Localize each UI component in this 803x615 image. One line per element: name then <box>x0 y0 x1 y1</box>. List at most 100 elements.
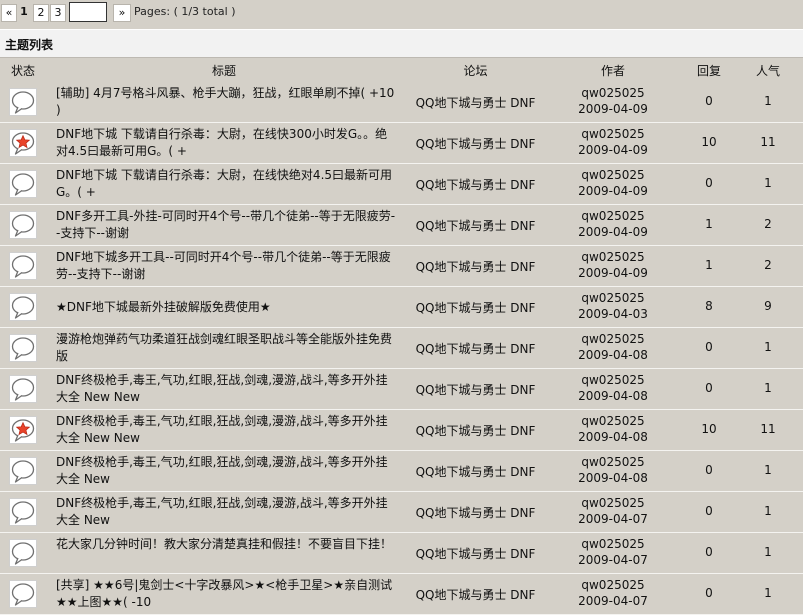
topic-title-link[interactable]: ★DNF地下城最新外挂破解版免费使用★ <box>56 299 396 316</box>
author-cell: qw025025 2009-04-08 <box>565 372 661 404</box>
view-count: 1 <box>764 340 772 354</box>
post-date: 2009-04-09 <box>578 143 648 157</box>
topic-title-link[interactable]: DNF终极枪手,毒王,气功,红眼,狂战,剑魂,漫游,战斗,等多开外挂大全 New <box>56 495 396 529</box>
reply-count: 8 <box>705 299 713 313</box>
view-count: 1 <box>764 463 772 477</box>
forum-link[interactable]: QQ地下城与勇士 DNF <box>398 545 553 562</box>
page-jump-input[interactable] <box>69 2 107 22</box>
topic-title-link[interactable]: DNF终极枪手,毒王,气功,红眼,狂战,剑魂,漫游,战斗,等多开外挂大全 New… <box>56 372 396 406</box>
topic-title-link[interactable]: [辅助] 4月7号格斗风暴、枪手大蹦，狂战，红眼单刷不掉( +10 ) <box>56 85 396 119</box>
author-link[interactable]: qw025025 <box>565 126 661 142</box>
post-date: 2009-04-08 <box>578 471 648 485</box>
author-cell: qw025025 2009-04-09 <box>565 208 661 240</box>
author-link[interactable]: qw025025 <box>565 167 661 183</box>
thread-hot-icon <box>9 416 37 444</box>
next-page-button[interactable]: » <box>113 4 131 22</box>
thread-normal-icon <box>9 580 37 608</box>
forum-link[interactable]: QQ地下城与勇士 DNF <box>398 299 553 316</box>
thread-normal-icon <box>9 457 37 485</box>
author-link[interactable]: qw025025 <box>565 331 661 347</box>
page-3-link[interactable]: 3 <box>50 4 66 22</box>
author-cell: qw025025 2009-04-09 <box>565 126 661 158</box>
forum-link[interactable]: QQ地下城与勇士 DNF <box>398 135 553 152</box>
table-row: DNF终极枪手,毒王,气功,红眼,狂战,剑魂,漫游,战斗,等多开外挂大全 New… <box>0 410 803 451</box>
topic-title-link[interactable]: DNF多开工具-外挂-可同时开4个号--带几个徒弟--等于无限疲劳--支持下--… <box>56 208 396 242</box>
first-page-button[interactable]: « <box>1 4 17 22</box>
col-forum: 论坛 <box>463 64 488 78</box>
thread-normal-icon <box>9 375 37 403</box>
forum-link[interactable]: QQ地下城与勇士 DNF <box>398 217 553 234</box>
topic-title-link[interactable]: [共享] ★★6号|鬼剑士<十字改暴风>★<枪手卫星>★亲自测试★★上图★★( … <box>56 577 396 611</box>
author-link[interactable]: qw025025 <box>565 454 661 470</box>
reply-count: 1 <box>705 217 713 231</box>
table-row: ★DNF地下城最新外挂破解版免费使用★ QQ地下城与勇士 DNF qw02502… <box>0 287 803 328</box>
forum-link[interactable]: QQ地下城与勇士 DNF <box>398 463 553 480</box>
table-row: DNF地下城 下载请自行杀毒：大尉，在线快300小时发G。。绝对4.5曰最新可用… <box>0 123 803 164</box>
topic-title-link[interactable]: DNF终极枪手,毒王,气功,红眼,狂战,剑魂,漫游,战斗,等多开外挂大全 New… <box>56 413 396 447</box>
author-link[interactable]: qw025025 <box>565 249 661 265</box>
post-date: 2009-04-08 <box>578 389 648 403</box>
author-link[interactable]: qw025025 <box>565 413 661 429</box>
author-cell: qw025025 2009-04-07 <box>565 536 661 568</box>
forum-link[interactable]: QQ地下城与勇士 DNF <box>398 504 553 521</box>
author-cell: qw025025 2009-04-07 <box>565 577 661 609</box>
view-count: 2 <box>764 217 772 231</box>
view-count: 1 <box>764 381 772 395</box>
reply-count: 10 <box>701 135 717 149</box>
forum-link[interactable]: QQ地下城与勇士 DNF <box>398 586 553 603</box>
topic-title-link[interactable]: 花大家几分钟时间！教大家分清楚真挂和假挂！不要盲目下挂！ <box>56 536 396 553</box>
post-date: 2009-04-09 <box>578 266 648 280</box>
author-link[interactable]: qw025025 <box>565 290 661 306</box>
forum-link[interactable]: QQ地下城与勇士 DNF <box>398 94 553 111</box>
topic-title-link[interactable]: DNF地下城 下载请自行杀毒：大尉，在线快300小时发G。。绝对4.5曰最新可用… <box>56 126 396 160</box>
table-row: DNF多开工具-外挂-可同时开4个号--带几个徒弟--等于无限疲劳--支持下--… <box>0 205 803 246</box>
section-title: 主题列表 <box>5 38 54 52</box>
author-link[interactable]: qw025025 <box>565 495 661 511</box>
page-2-link[interactable]: 2 <box>33 4 49 22</box>
author-link[interactable]: qw025025 <box>565 536 661 552</box>
thread-normal-icon <box>9 334 37 362</box>
thread-normal-icon <box>9 498 37 526</box>
view-count: 11 <box>760 135 776 149</box>
view-count: 1 <box>764 586 772 600</box>
reply-count: 0 <box>705 504 713 518</box>
forum-link[interactable]: QQ地下城与勇士 DNF <box>398 381 553 398</box>
post-date: 2009-04-09 <box>578 184 648 198</box>
forum-link[interactable]: QQ地下城与勇士 DNF <box>398 422 553 439</box>
thread-normal-icon <box>9 170 37 198</box>
topic-title-link[interactable]: 漫游枪炮弹药气功柔道狂战剑魂红眼圣职战斗等全能版外挂免费版 <box>56 331 396 365</box>
reply-count: 0 <box>705 94 713 108</box>
post-date: 2009-04-07 <box>578 553 648 567</box>
topic-title-link[interactable]: DNF地下城 下载请自行杀毒：大尉，在线快绝对4.5曰最新可用G。( + <box>56 167 396 201</box>
author-link[interactable]: qw025025 <box>565 208 661 224</box>
author-cell: qw025025 2009-04-09 <box>565 85 661 117</box>
view-count: 1 <box>764 504 772 518</box>
thread-normal-icon <box>9 252 37 280</box>
table-row: 漫游枪炮弹药气功柔道狂战剑魂红眼圣职战斗等全能版外挂免费版 QQ地下城与勇士 D… <box>0 328 803 369</box>
pagination-bar: « 1 2 3 » Pages: ( 1/3 total ) <box>0 0 803 26</box>
forum-link[interactable]: QQ地下城与勇士 DNF <box>398 176 553 193</box>
author-link[interactable]: qw025025 <box>565 577 661 593</box>
col-status: 状态 <box>10 64 35 78</box>
topic-title-link[interactable]: DNF终极枪手,毒王,气功,红眼,狂战,剑魂,漫游,战斗,等多开外挂大全 New <box>56 454 396 488</box>
topic-title-link[interactable]: DNF地下城多开工具--可同时开4个号--带几个徒弟--等于无限疲劳--支持下-… <box>56 249 396 283</box>
author-cell: qw025025 2009-04-09 <box>565 249 661 281</box>
post-date: 2009-04-08 <box>578 348 648 362</box>
author-cell: qw025025 2009-04-08 <box>565 331 661 363</box>
forum-link[interactable]: QQ地下城与勇士 DNF <box>398 258 553 275</box>
author-link[interactable]: qw025025 <box>565 372 661 388</box>
author-link[interactable]: qw025025 <box>565 85 661 101</box>
author-cell: qw025025 2009-04-03 <box>565 290 661 322</box>
thread-normal-icon <box>9 293 37 321</box>
view-count: 1 <box>764 176 772 190</box>
section-header: 主题列表 <box>0 29 803 58</box>
forum-link[interactable]: QQ地下城与勇士 DNF <box>398 340 553 357</box>
table-row: DNF地下城多开工具--可同时开4个号--带几个徒弟--等于无限疲劳--支持下-… <box>0 246 803 287</box>
reply-count: 0 <box>705 381 713 395</box>
table-row: DNF终极枪手,毒王,气功,红眼,狂战,剑魂,漫游,战斗,等多开外挂大全 New… <box>0 492 803 533</box>
reply-count: 0 <box>705 340 713 354</box>
post-date: 2009-04-09 <box>578 225 648 239</box>
view-count: 9 <box>764 299 772 313</box>
table-header: 状态 标题 论坛 作者 回复 人气 <box>0 58 803 80</box>
reply-count: 0 <box>705 176 713 190</box>
